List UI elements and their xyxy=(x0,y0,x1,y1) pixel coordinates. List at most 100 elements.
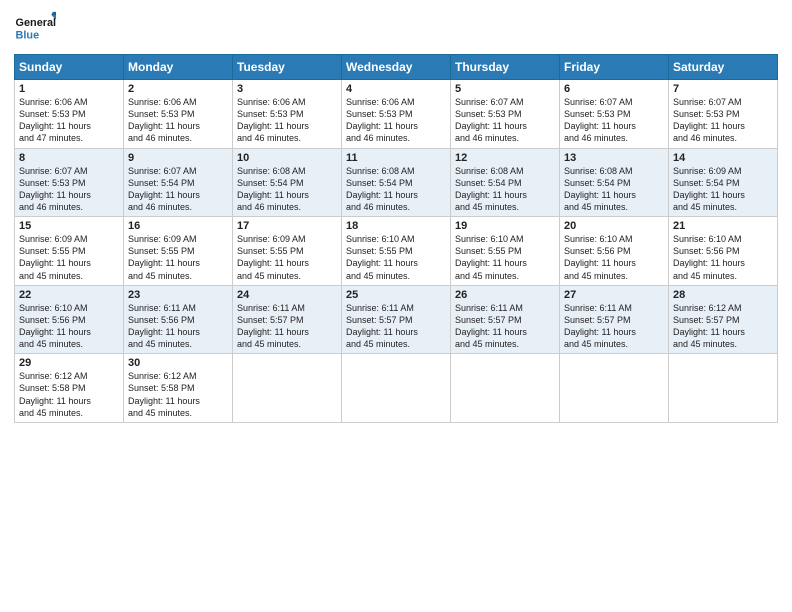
calendar-cell: 28Sunrise: 6:12 AMSunset: 5:57 PMDayligh… xyxy=(669,285,778,354)
day-info: Sunrise: 6:11 AMSunset: 5:57 PMDaylight:… xyxy=(564,302,664,351)
day-number: 7 xyxy=(673,83,773,95)
calendar-cell: 26Sunrise: 6:11 AMSunset: 5:57 PMDayligh… xyxy=(451,285,560,354)
day-number: 12 xyxy=(455,152,555,164)
day-info: Sunrise: 6:08 AMSunset: 5:54 PMDaylight:… xyxy=(237,165,337,214)
day-number: 20 xyxy=(564,220,664,232)
day-info: Sunrise: 6:09 AMSunset: 5:54 PMDaylight:… xyxy=(673,165,773,214)
svg-text:Blue: Blue xyxy=(16,29,40,41)
calendar-week-4: 22Sunrise: 6:10 AMSunset: 5:56 PMDayligh… xyxy=(15,285,778,354)
calendar-week-2: 8Sunrise: 6:07 AMSunset: 5:53 PMDaylight… xyxy=(15,148,778,217)
calendar-cell: 1Sunrise: 6:06 AMSunset: 5:53 PMDaylight… xyxy=(15,80,124,149)
calendar-cell: 16Sunrise: 6:09 AMSunset: 5:55 PMDayligh… xyxy=(124,217,233,286)
calendar-cell: 8Sunrise: 6:07 AMSunset: 5:53 PMDaylight… xyxy=(15,148,124,217)
day-number: 23 xyxy=(128,289,228,301)
day-info: Sunrise: 6:12 AMSunset: 5:57 PMDaylight:… xyxy=(673,302,773,351)
day-number: 19 xyxy=(455,220,555,232)
calendar-cell xyxy=(342,354,451,423)
day-info: Sunrise: 6:08 AMSunset: 5:54 PMDaylight:… xyxy=(455,165,555,214)
calendar-cell: 18Sunrise: 6:10 AMSunset: 5:55 PMDayligh… xyxy=(342,217,451,286)
calendar-cell: 2Sunrise: 6:06 AMSunset: 5:53 PMDaylight… xyxy=(124,80,233,149)
day-info: Sunrise: 6:12 AMSunset: 5:58 PMDaylight:… xyxy=(19,370,119,419)
calendar-cell: 13Sunrise: 6:08 AMSunset: 5:54 PMDayligh… xyxy=(560,148,669,217)
day-number: 18 xyxy=(346,220,446,232)
calendar-cell: 25Sunrise: 6:11 AMSunset: 5:57 PMDayligh… xyxy=(342,285,451,354)
day-number: 8 xyxy=(19,152,119,164)
day-info: Sunrise: 6:09 AMSunset: 5:55 PMDaylight:… xyxy=(19,233,119,282)
day-number: 22 xyxy=(19,289,119,301)
day-number: 15 xyxy=(19,220,119,232)
logo-svg: General Blue xyxy=(14,10,56,48)
day-number: 21 xyxy=(673,220,773,232)
day-info: Sunrise: 6:06 AMSunset: 5:53 PMDaylight:… xyxy=(19,96,119,145)
day-number: 11 xyxy=(346,152,446,164)
calendar-cell xyxy=(560,354,669,423)
col-header-friday: Friday xyxy=(560,55,669,80)
calendar-cell: 19Sunrise: 6:10 AMSunset: 5:55 PMDayligh… xyxy=(451,217,560,286)
day-number: 24 xyxy=(237,289,337,301)
calendar-cell: 17Sunrise: 6:09 AMSunset: 5:55 PMDayligh… xyxy=(233,217,342,286)
svg-text:General: General xyxy=(16,17,56,29)
calendar-cell: 14Sunrise: 6:09 AMSunset: 5:54 PMDayligh… xyxy=(669,148,778,217)
calendar-cell: 29Sunrise: 6:12 AMSunset: 5:58 PMDayligh… xyxy=(15,354,124,423)
day-info: Sunrise: 6:07 AMSunset: 5:53 PMDaylight:… xyxy=(455,96,555,145)
day-number: 4 xyxy=(346,83,446,95)
calendar-week-1: 1Sunrise: 6:06 AMSunset: 5:53 PMDaylight… xyxy=(15,80,778,149)
day-info: Sunrise: 6:11 AMSunset: 5:57 PMDaylight:… xyxy=(455,302,555,351)
calendar-cell: 21Sunrise: 6:10 AMSunset: 5:56 PMDayligh… xyxy=(669,217,778,286)
calendar-cell: 7Sunrise: 6:07 AMSunset: 5:53 PMDaylight… xyxy=(669,80,778,149)
calendar-cell: 30Sunrise: 6:12 AMSunset: 5:58 PMDayligh… xyxy=(124,354,233,423)
day-info: Sunrise: 6:08 AMSunset: 5:54 PMDaylight:… xyxy=(564,165,664,214)
day-number: 16 xyxy=(128,220,228,232)
day-info: Sunrise: 6:09 AMSunset: 5:55 PMDaylight:… xyxy=(237,233,337,282)
col-header-sunday: Sunday xyxy=(15,55,124,80)
day-info: Sunrise: 6:06 AMSunset: 5:53 PMDaylight:… xyxy=(128,96,228,145)
col-header-tuesday: Tuesday xyxy=(233,55,342,80)
day-number: 13 xyxy=(564,152,664,164)
logo: General Blue xyxy=(14,10,56,48)
day-info: Sunrise: 6:09 AMSunset: 5:55 PMDaylight:… xyxy=(128,233,228,282)
col-header-saturday: Saturday xyxy=(669,55,778,80)
day-info: Sunrise: 6:06 AMSunset: 5:53 PMDaylight:… xyxy=(346,96,446,145)
day-info: Sunrise: 6:11 AMSunset: 5:57 PMDaylight:… xyxy=(237,302,337,351)
calendar-cell: 27Sunrise: 6:11 AMSunset: 5:57 PMDayligh… xyxy=(560,285,669,354)
day-info: Sunrise: 6:10 AMSunset: 5:56 PMDaylight:… xyxy=(564,233,664,282)
day-number: 10 xyxy=(237,152,337,164)
day-number: 14 xyxy=(673,152,773,164)
col-header-wednesday: Wednesday xyxy=(342,55,451,80)
calendar-cell: 20Sunrise: 6:10 AMSunset: 5:56 PMDayligh… xyxy=(560,217,669,286)
day-info: Sunrise: 6:06 AMSunset: 5:53 PMDaylight:… xyxy=(237,96,337,145)
calendar-cell xyxy=(451,354,560,423)
day-number: 6 xyxy=(564,83,664,95)
day-number: 9 xyxy=(128,152,228,164)
calendar-table: SundayMondayTuesdayWednesdayThursdayFrid… xyxy=(14,54,778,423)
day-number: 17 xyxy=(237,220,337,232)
day-info: Sunrise: 6:07 AMSunset: 5:53 PMDaylight:… xyxy=(19,165,119,214)
calendar-cell: 12Sunrise: 6:08 AMSunset: 5:54 PMDayligh… xyxy=(451,148,560,217)
col-header-thursday: Thursday xyxy=(451,55,560,80)
day-info: Sunrise: 6:10 AMSunset: 5:55 PMDaylight:… xyxy=(346,233,446,282)
day-info: Sunrise: 6:11 AMSunset: 5:57 PMDaylight:… xyxy=(346,302,446,351)
day-number: 1 xyxy=(19,83,119,95)
calendar-cell: 23Sunrise: 6:11 AMSunset: 5:56 PMDayligh… xyxy=(124,285,233,354)
col-header-monday: Monday xyxy=(124,55,233,80)
day-info: Sunrise: 6:10 AMSunset: 5:55 PMDaylight:… xyxy=(455,233,555,282)
calendar-cell: 4Sunrise: 6:06 AMSunset: 5:53 PMDaylight… xyxy=(342,80,451,149)
calendar-cell: 6Sunrise: 6:07 AMSunset: 5:53 PMDaylight… xyxy=(560,80,669,149)
header: General Blue xyxy=(14,10,778,48)
calendar-cell: 3Sunrise: 6:06 AMSunset: 5:53 PMDaylight… xyxy=(233,80,342,149)
page: General Blue SundayMondayTuesdayWednesda… xyxy=(0,0,792,612)
calendar-cell: 10Sunrise: 6:08 AMSunset: 5:54 PMDayligh… xyxy=(233,148,342,217)
calendar-cell: 22Sunrise: 6:10 AMSunset: 5:56 PMDayligh… xyxy=(15,285,124,354)
day-number: 30 xyxy=(128,357,228,369)
calendar-cell xyxy=(669,354,778,423)
day-number: 27 xyxy=(564,289,664,301)
day-info: Sunrise: 6:07 AMSunset: 5:53 PMDaylight:… xyxy=(564,96,664,145)
day-number: 26 xyxy=(455,289,555,301)
day-info: Sunrise: 6:10 AMSunset: 5:56 PMDaylight:… xyxy=(673,233,773,282)
day-info: Sunrise: 6:12 AMSunset: 5:58 PMDaylight:… xyxy=(128,370,228,419)
calendar-cell: 11Sunrise: 6:08 AMSunset: 5:54 PMDayligh… xyxy=(342,148,451,217)
calendar-week-5: 29Sunrise: 6:12 AMSunset: 5:58 PMDayligh… xyxy=(15,354,778,423)
day-info: Sunrise: 6:07 AMSunset: 5:54 PMDaylight:… xyxy=(128,165,228,214)
day-number: 28 xyxy=(673,289,773,301)
day-number: 5 xyxy=(455,83,555,95)
